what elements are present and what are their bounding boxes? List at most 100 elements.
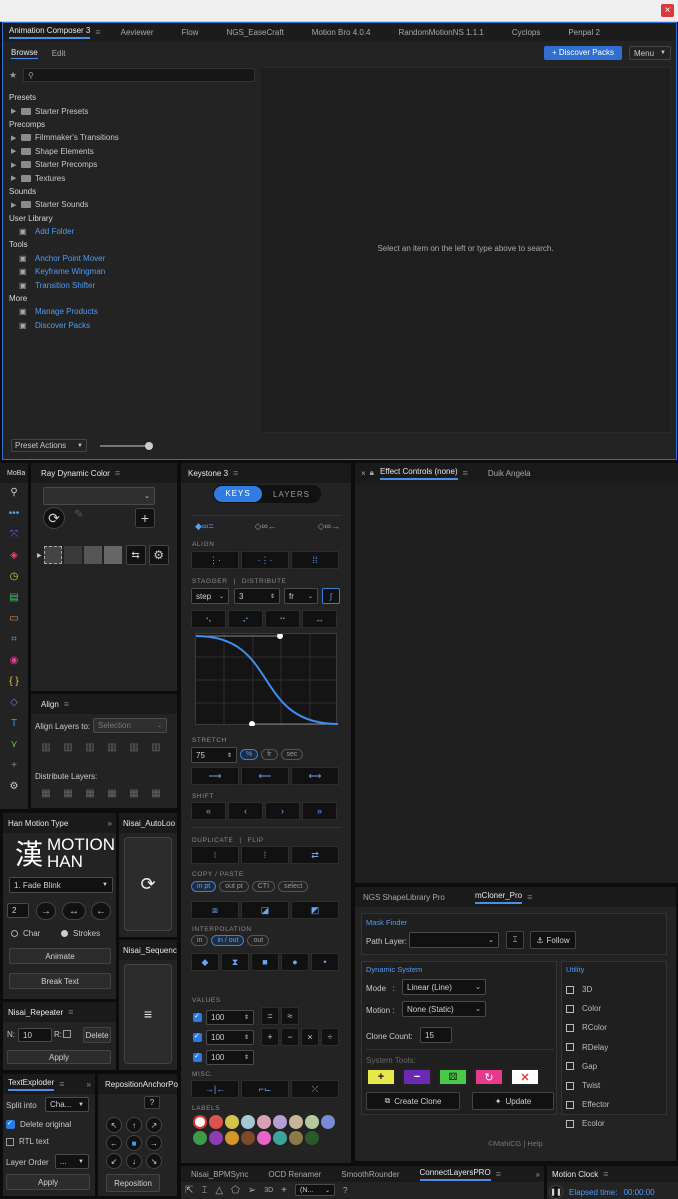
more-panels-icon[interactable]: »	[536, 1170, 544, 1179]
add-clone-icon[interactable]: +	[366, 1068, 396, 1086]
arrow-right-icon[interactable]: →	[36, 902, 56, 920]
stepper-icon[interactable]: ⇕	[244, 1034, 249, 1041]
align-right-icon[interactable]: ▥	[79, 742, 101, 753]
interp-opt-in[interactable]: in	[191, 935, 209, 946]
panel-menu-icon[interactable]: ≡	[68, 1007, 73, 1017]
align-keys-center-icon[interactable]: ·⋮·	[241, 551, 289, 569]
utility-gap-checkbox[interactable]: Gap	[566, 1057, 609, 1076]
equals-icon[interactable]: =	[261, 1007, 279, 1025]
text-box-icon[interactable]: ▤	[0, 592, 28, 613]
utility-rdelay-checkbox[interactable]: RDelay	[566, 1038, 609, 1057]
plus-icon[interactable]: +	[261, 1028, 279, 1046]
label-color-swatch[interactable]	[193, 1131, 207, 1145]
loop-icon[interactable]: ⟳	[124, 837, 172, 931]
paste-keys-icon[interactable]: ◪	[241, 901, 289, 919]
path-layer-dropdown[interactable]: ⌄	[409, 932, 499, 948]
delete-original-checkbox[interactable]: Delete original	[6, 1119, 71, 1129]
stretch-unit-fr[interactable]: fr	[261, 749, 278, 760]
align-keys-right-icon[interactable]: ⁞⁞	[291, 551, 339, 569]
copy-opt-select[interactable]: select	[278, 881, 309, 892]
label-color-swatch[interactable]	[289, 1131, 303, 1145]
mode-chain-left-icon[interactable]: ◇∞←	[254, 521, 276, 532]
tab-align[interactable]: Align ≡	[31, 694, 79, 714]
curve-toggle-icon[interactable]: ∫	[322, 588, 340, 604]
tab-han-motion-type[interactable]: Han Motion Type	[3, 813, 78, 833]
crop-icon[interactable]: ⌗	[0, 634, 28, 655]
chevron-right-icon[interactable]: ▶	[11, 201, 21, 209]
duplicate-2-icon[interactable]: ⁞	[241, 846, 289, 864]
tab-keystone[interactable]: Keystone 3 ≡	[181, 463, 248, 483]
align-vcenter-icon[interactable]: ▥	[123, 742, 145, 753]
stagger-3-icon[interactable]: ⠒	[265, 610, 300, 628]
stretch-center-icon[interactable]: ⟷	[291, 767, 339, 785]
tree-link-anchor-point-mover[interactable]: ▣ Anchor Point Mover	[9, 252, 255, 265]
tab-ngs-shapelibrary[interactable]: NGS ShapeLibrary Pro	[355, 887, 465, 907]
panel-menu-icon[interactable]: ≡	[233, 468, 238, 478]
label-color-swatch[interactable]	[321, 1115, 335, 1129]
bezier-key-icon[interactable]: ■	[251, 953, 279, 971]
anchor-center-icon[interactable]: ■	[126, 1135, 142, 1151]
tab-mcloner-pro[interactable]: mCloner_Pro ≡	[465, 887, 542, 907]
label-color-swatch[interactable]	[305, 1115, 319, 1129]
stagger-1-icon[interactable]: ⠢	[191, 610, 226, 628]
dist-right-icon[interactable]: ▦	[145, 788, 167, 799]
stepper-icon[interactable]: ⇕	[244, 1054, 249, 1061]
align-to-dropdown[interactable]: Selection ⌄	[93, 718, 167, 733]
stagger-mode-dropdown[interactable]: step ⌄	[191, 588, 229, 604]
random-dice-icon[interactable]: ⚄	[438, 1068, 468, 1086]
gear-icon[interactable]: ⚙	[148, 545, 169, 565]
misc-1-icon[interactable]: →|←	[191, 1080, 239, 1098]
tab-nisai-sequence[interactable]: Nisai_Sequenc	[119, 940, 187, 960]
reposition-button[interactable]: Reposition	[106, 1174, 160, 1192]
tab-motion-clock[interactable]: Motion Clock ≡	[547, 1166, 619, 1182]
tab-penpal-2[interactable]: Penpal 2	[554, 23, 614, 41]
color-chip-dark-icon[interactable]	[63, 546, 82, 564]
mode-link-icon[interactable]: ◆∞=	[195, 521, 214, 532]
tab-effect-controls[interactable]: Effect Controls (none) ≡	[374, 463, 478, 483]
misc-3-icon[interactable]: ⤫	[291, 1080, 339, 1098]
label-color-swatch[interactable]	[225, 1131, 239, 1145]
tab-ray-dynamic-color[interactable]: Ray Dynamic Color ≡	[31, 463, 130, 483]
tool-icon-1[interactable]: ⇱	[185, 1185, 193, 1196]
tab-reposition-anchor[interactable]: RepositionAnchorPo	[98, 1074, 188, 1094]
layer-order-dropdown[interactable]: ... ▼	[55, 1154, 89, 1169]
transform-icon[interactable]: ⤧	[0, 529, 28, 550]
roving-key-icon[interactable]: •	[311, 953, 339, 971]
han-strokes-radio[interactable]: Strokes	[61, 929, 100, 938]
flip-icon[interactable]: ⇄	[291, 846, 339, 864]
search-input[interactable]: ⚲	[23, 68, 255, 82]
panel-menu-icon[interactable]: ≡	[603, 1169, 608, 1179]
stretch-unit-[interactable]: %	[240, 749, 259, 760]
easing-curve-graph[interactable]	[195, 633, 339, 727]
more-panels-icon[interactable]: »	[108, 819, 116, 828]
discover-packs-button[interactable]: + Discover Packs	[544, 46, 622, 60]
chart-icon[interactable]: ⋎	[0, 739, 28, 760]
han-count-input[interactable]: 2	[7, 903, 29, 918]
utility-effector-checkbox[interactable]: Effector	[566, 1095, 609, 1114]
multiply-icon[interactable]: ×	[301, 1028, 319, 1046]
panel-menu-icon[interactable]: ≡	[95, 27, 100, 37]
delete-x-icon[interactable]: ✕	[510, 1068, 540, 1086]
braces-icon[interactable]: { }	[0, 676, 28, 697]
duplicate-1-icon[interactable]: ⁝	[191, 846, 239, 864]
tree-link-add-folder[interactable]: ▣ Add Folder	[9, 225, 255, 238]
remove-clone-icon[interactable]: −	[402, 1068, 432, 1086]
dist-bottom-icon[interactable]: ▦	[79, 788, 101, 799]
tab-nisai-repeater[interactable]: Nisai_Repeater ≡	[3, 1002, 83, 1022]
add-icon[interactable]: +	[281, 1185, 287, 1196]
linear-key-icon[interactable]: ◆	[191, 953, 219, 971]
stretch-in-icon[interactable]: ⟵	[241, 767, 289, 785]
anchor-bottom-icon[interactable]: ↓	[126, 1153, 142, 1169]
keys-tab[interactable]: KEYS	[214, 486, 262, 502]
auto-key-icon[interactable]: ●	[281, 953, 309, 971]
tree-folder-starter-precomps[interactable]: ▶ Starter Precomps	[9, 158, 255, 171]
chevron-right-icon[interactable]: ▶	[11, 161, 21, 169]
tool-icon-2[interactable]: ⌶	[201, 1185, 207, 1196]
clone-count-input[interactable]: 15	[420, 1027, 452, 1043]
tool-icon-5[interactable]: ➢	[248, 1185, 256, 1196]
tab-duik-angela[interactable]: Duik Angela	[478, 463, 541, 483]
browse-tab[interactable]: Browse	[11, 48, 38, 59]
sequence-stairs-icon[interactable]: ≡	[124, 964, 172, 1064]
stagger-2-icon[interactable]: ⠔	[228, 610, 263, 628]
checkbox-checked-icon[interactable]	[193, 1052, 202, 1062]
